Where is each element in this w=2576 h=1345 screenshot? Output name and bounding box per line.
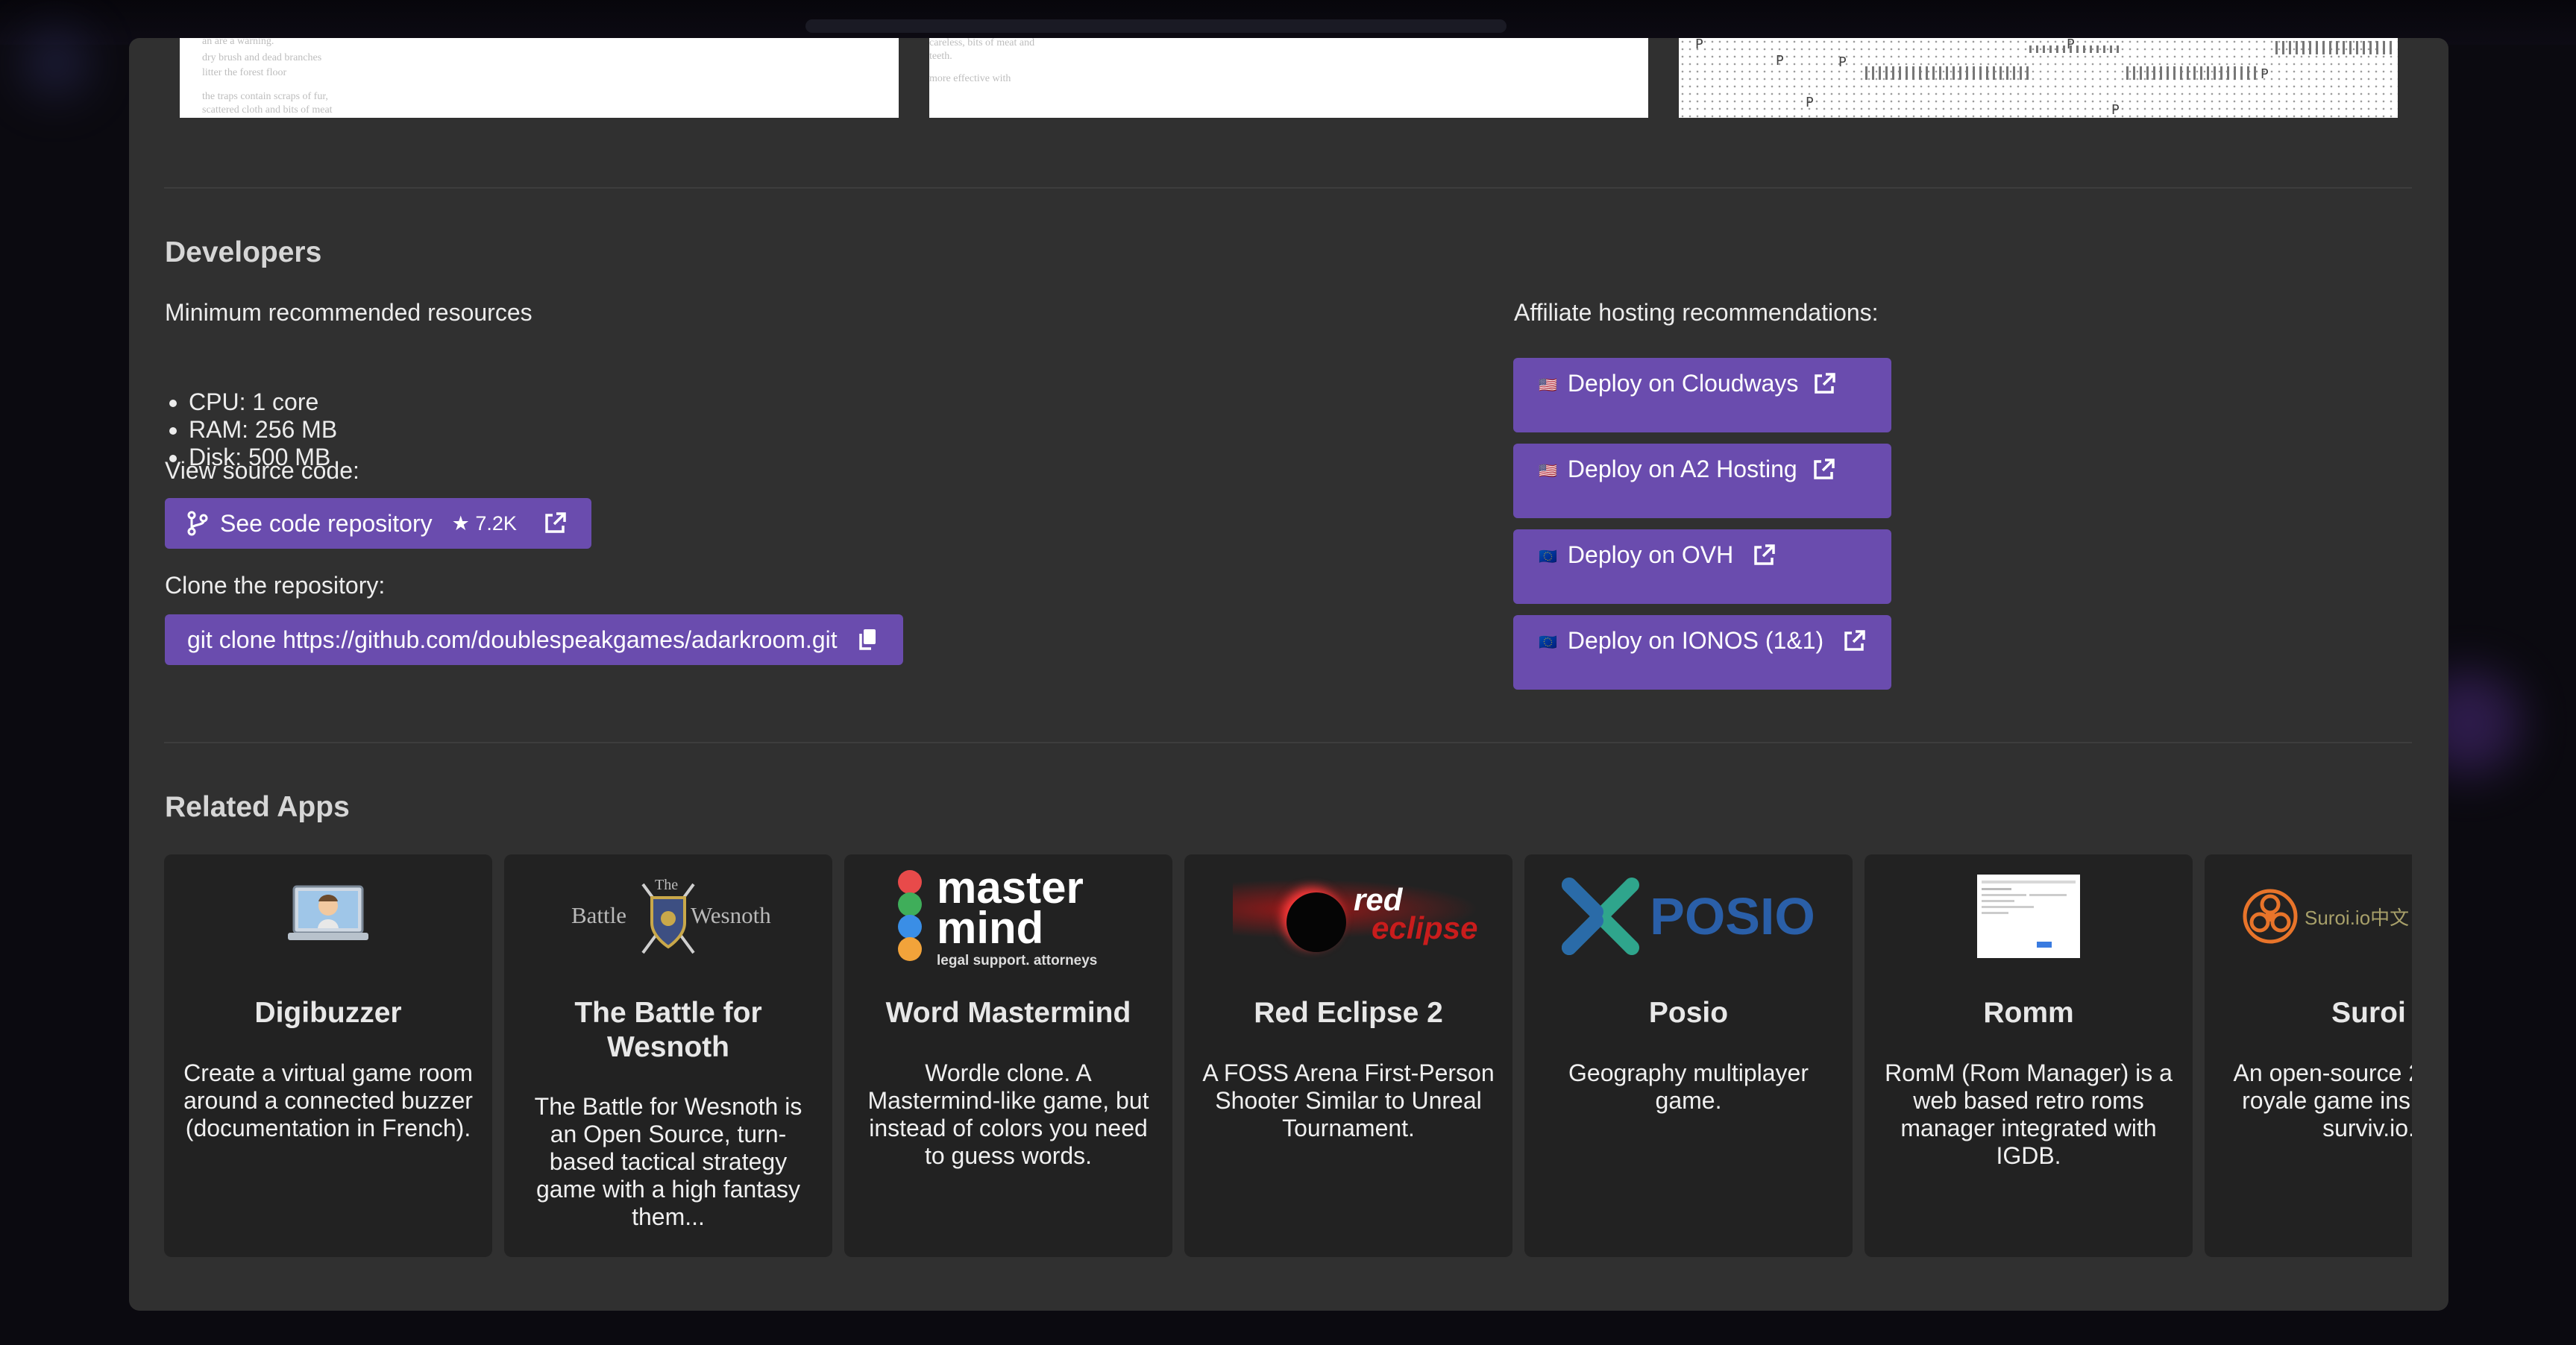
logo-text: mind [937,902,1044,953]
backdrop-bar [805,19,1507,33]
app-detail-modal: an are a warning. dry brush and dead bra… [129,38,2448,1311]
view-source-label: View source code: [165,457,359,484]
wesnoth-logo: The Battle Wesnoth [504,869,832,966]
app-description: The Battle for Wesnoth is an Open Source… [534,1093,802,1230]
app-description: Geography multiplayer game. [1568,1059,1809,1114]
external-link-icon [542,511,568,536]
affiliate-label: Deploy on IONOS (1&1) [1567,627,1824,654]
related-app-card[interactable]: red eclipse Red Eclipse 2 A FOSS Arena F… [1184,854,1512,1257]
backdrop-glow [22,30,89,97]
red-eclipse-logo: red eclipse [1184,868,1512,965]
see-code-repository-button[interactable]: See code repository ★ 7.2K [165,498,591,549]
screenshot-text: the traps contain scraps of fur, [202,91,328,102]
min-resources-label: Minimum recommended resources [165,299,533,326]
clone-command-button[interactable]: git clone https://github.com/doublespeak… [165,614,903,665]
screenshot-text: scattered cloth and bits of meat [202,104,333,116]
screenshot-2[interactable]: careless, bits of meat and teeth. more e… [929,38,1648,118]
related-apps-carousel[interactable]: Digibuzzer Create a virtual game room ar… [164,854,2412,1294]
logo-text: Battle [571,902,627,928]
logo-text: Wesnoth [691,902,771,928]
us-flag-icon: 🇺🇸 [1539,377,1557,394]
screenshot-text: litter the forest floor [202,67,287,78]
app-title: Romm [1983,997,2074,1029]
deploy-a2-hosting-button[interactable]: 🇺🇸 Deploy on A2 Hosting [1513,444,1891,518]
logo-text: Suroi.io中文 [2305,906,2410,929]
app-description: Wordle clone. A Mastermind-like game, bu… [867,1059,1149,1169]
resource-ram: RAM: 256 MB [189,416,337,444]
screenshot-text: dry brush and dead branches [202,52,322,63]
screenshot-text: careless, bits of meat and [929,38,1035,48]
affiliate-label: Deploy on Cloudways [1567,370,1799,397]
logo-text: eclipse [1372,910,1478,945]
external-link-icon [1811,457,1836,482]
related-app-card[interactable]: Digibuzzer Create a virtual game room ar… [164,854,492,1257]
related-apps-heading: Related Apps [165,791,350,823]
app-title: Red Eclipse 2 [1254,997,1443,1029]
related-app-card[interactable]: The Battle Wesnoth The Battle for Wesnot… [504,854,832,1257]
us-flag-icon: 🇺🇸 [1539,463,1557,479]
eu-flag-icon: 🇪🇺 [1539,549,1557,565]
clone-command: git clone https://github.com/doublespeak… [187,626,838,653]
app-title: Word Mastermind [885,997,1131,1029]
affiliate-label: Deploy on A2 Hosting [1567,456,1797,482]
logo-text: POSIO [1650,887,1815,945]
app-title: Suroi [2331,997,2406,1029]
deploy-ovh-button[interactable]: 🇪🇺 Deploy on OVH [1513,529,1891,604]
developers-heading: Developers [165,236,322,268]
app-title: The Battle for Wesnoth [574,997,762,1063]
deploy-ionos-button[interactable]: 🇪🇺 Deploy on IONOS (1&1) [1513,615,1891,690]
affiliate-label: Deploy on OVH [1567,541,1734,568]
external-link-icon [1812,371,1837,397]
external-link-icon [1751,543,1777,568]
screenshot-strip: an are a warning. dry brush and dead bra… [180,38,2417,118]
related-app-card[interactable]: Suroi.io中文 Suroi An open-source 2D battl… [2205,854,2412,1257]
posio-logo: POSIO [1524,868,1853,965]
resource-cpu: CPU: 1 core [189,388,337,416]
related-app-card[interactable]: master mind legal support. attorneys Wor… [844,854,1172,1257]
screenshot-1[interactable]: an are a warning. dry brush and dead bra… [180,38,899,118]
screenshot-3[interactable]: P P P P P P P [1679,38,2398,118]
deploy-cloudways-button[interactable]: 🇺🇸 Deploy on Cloudways [1513,358,1891,432]
logo-text: legal support. attorneys [937,952,1098,968]
repo-button-label: See code repository [220,509,433,537]
app-title: Posio [1648,997,1729,1029]
related-app-card[interactable]: Romm RomM (Rom Manager) is a web based r… [1865,854,2193,1257]
section-divider [164,742,2412,743]
screenshot-text: an are a warning. [202,38,274,47]
romm-logo [1865,868,2193,965]
suroi-logo: Suroi.io中文 [2205,868,2412,965]
screenshot-text: teeth. [929,51,952,62]
copy-icon [857,628,878,652]
mastermind-logo: master mind legal support. attorneys [844,865,1172,968]
digibuzzer-logo [164,868,492,965]
app-description: An open-source 2D battle royale game ins… [2233,1059,2412,1141]
app-title: Digibuzzer [254,997,402,1029]
external-link-icon [1841,629,1867,654]
app-description: Create a virtual game room around a conn… [183,1059,473,1141]
app-description: RomM (Rom Manager) is a web based retro … [1885,1059,2173,1169]
affiliate-label: Affiliate hosting recommendations: [1514,299,1879,326]
eu-flag-icon: 🇪🇺 [1539,634,1557,651]
clone-label: Clone the repository: [165,572,386,599]
screenshot-text: more effective with [929,73,1011,84]
repo-stars: ★ 7.2K [451,511,517,535]
related-app-card[interactable]: POSIO Posio Geography multiplayer game. [1524,854,1853,1257]
section-divider [164,187,2412,189]
app-description: A FOSS Arena First-Person Shooter Simila… [1202,1059,1495,1141]
git-branch-icon [186,511,210,536]
